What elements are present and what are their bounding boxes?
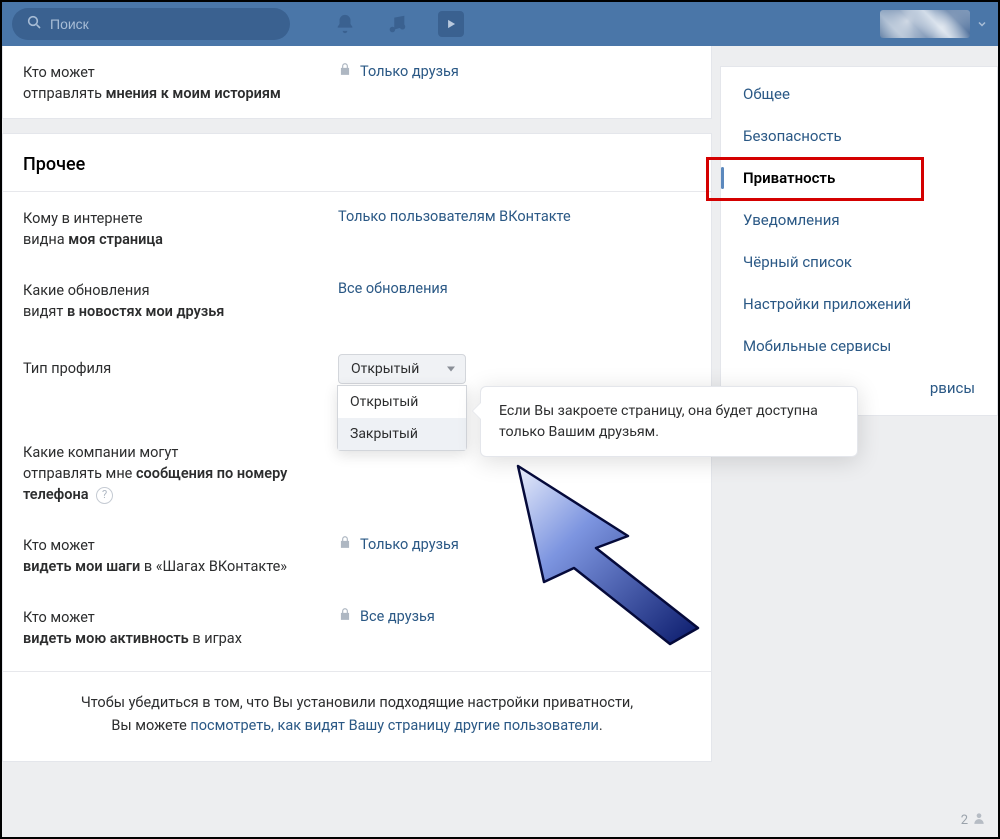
sidenav-item-security[interactable]: Безопасность	[721, 115, 997, 157]
search-icon	[26, 14, 42, 34]
profile-type-dropdown[interactable]: Открытый	[338, 354, 466, 384]
lock-icon	[338, 607, 352, 625]
sidenav-item-app-settings[interactable]: Настройки приложений	[721, 283, 997, 325]
profile-type-tooltip: Если Вы закроете страницу, она будет дос…	[480, 386, 858, 457]
row-value-games-activity[interactable]: Все друзья	[338, 605, 691, 625]
row-label-news-updates: Какие обновления видят в новостях мои др…	[23, 278, 338, 322]
preview-as-others-link[interactable]: посмотреть, как видят Вашу страницу друг…	[190, 717, 598, 734]
row-value-page-visibility[interactable]: Только пользователям ВКонтакте	[338, 206, 691, 225]
presence-count: 2	[961, 813, 968, 828]
row-label-steps: Кто может видеть мои шаги в «Шагах ВКонт…	[23, 533, 338, 577]
topbar	[2, 2, 998, 46]
row-value-stories[interactable]: Только друзья	[338, 60, 691, 80]
notifications-icon[interactable]	[334, 13, 356, 35]
search-wrap[interactable]	[12, 8, 290, 40]
help-icon[interactable]: ?	[96, 487, 113, 504]
footer-note: Чтобы убедиться в том, что Вы установили…	[3, 671, 711, 761]
music-icon[interactable]	[386, 13, 408, 35]
section-title-other: Прочее	[3, 134, 711, 191]
presence-indicator[interactable]: 2	[961, 811, 986, 829]
row-label-page-visibility: Кому в интернете видна моя страница	[23, 206, 338, 250]
dropdown-option-open[interactable]: Открытый	[338, 386, 466, 418]
sidenav-item-notifications[interactable]: Уведомления	[721, 199, 997, 241]
row-label-games-activity: Кто может видеть мою активность в играх	[23, 605, 338, 649]
search-input[interactable]	[50, 16, 276, 32]
sidenav-item-general[interactable]: Общее	[721, 73, 997, 115]
dropdown-option-closed[interactable]: Закрытый	[338, 418, 466, 450]
profile-type-dropdown-menu: Открытый Закрытый	[337, 385, 467, 451]
row-label-profile-type: Тип профиля	[23, 352, 338, 379]
lock-icon	[338, 62, 352, 80]
sidenav-item-blacklist[interactable]: Чёрный список	[721, 241, 997, 283]
lock-icon	[338, 535, 352, 553]
row-value-text: Только друзья	[360, 63, 459, 80]
video-icon[interactable]	[438, 11, 464, 37]
sidenav: Общее Безопасность Приватность Уведомлен…	[720, 66, 998, 416]
sidenav-item-privacy[interactable]: Приватность	[721, 157, 997, 199]
row-value-news-updates[interactable]: Все обновления	[338, 278, 691, 297]
row-label-company-messages: Какие компании могут отправлять мне сооб…	[23, 440, 338, 505]
row-label-stories: Кто может отправлять мнения к моим истор…	[23, 60, 338, 104]
person-icon	[972, 811, 986, 829]
card-stories-opinions: Кто может отправлять мнения к моим истор…	[2, 46, 712, 119]
sidenav-item-mobile-services[interactable]: Мобильные сервисы	[721, 325, 997, 367]
chevron-down-icon[interactable]	[976, 15, 988, 34]
row-value-steps[interactable]: Только друзья	[338, 533, 691, 553]
avatar[interactable]	[880, 10, 970, 38]
